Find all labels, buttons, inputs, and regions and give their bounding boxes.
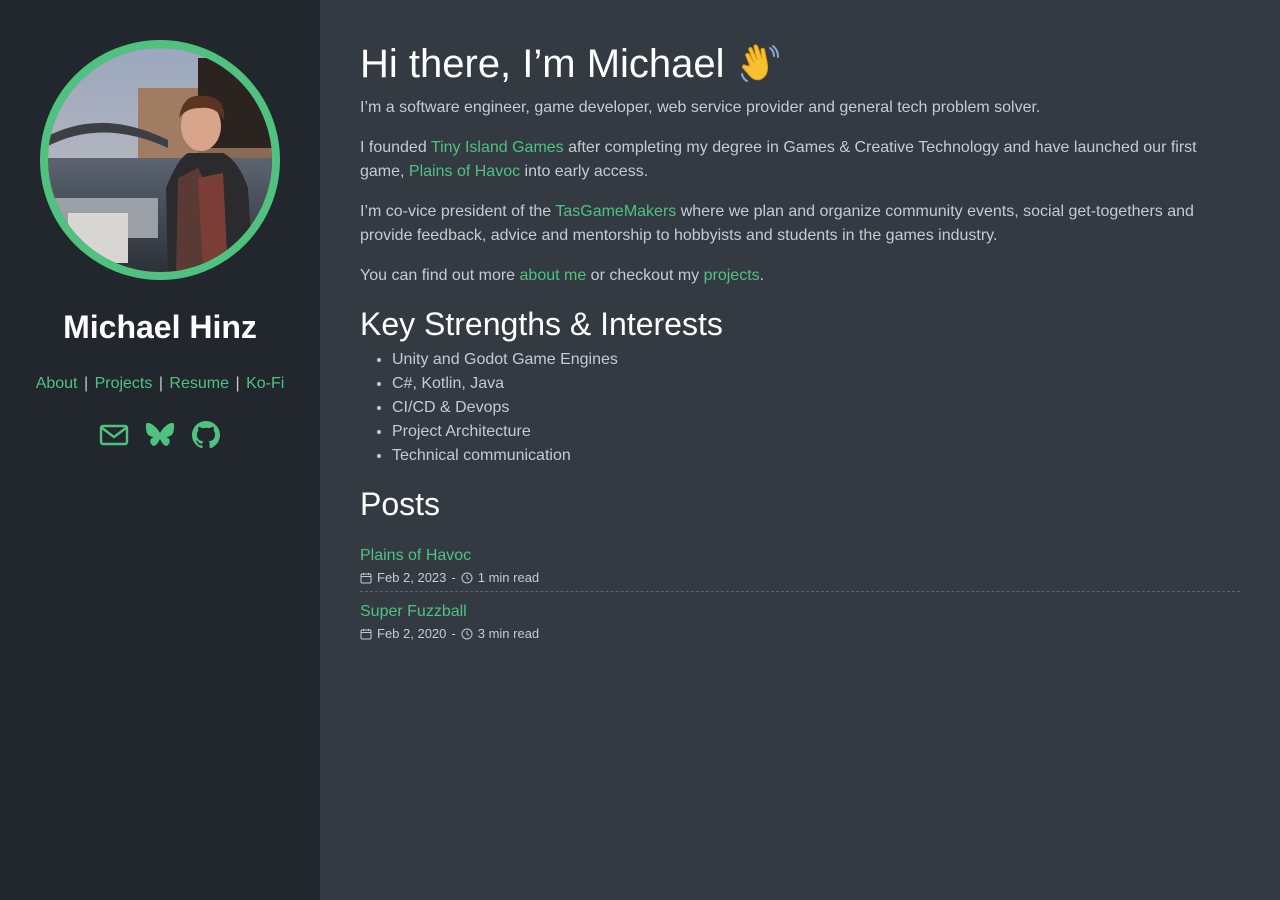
mail-icon[interactable] bbox=[98, 419, 130, 451]
text: or checkout my bbox=[586, 267, 704, 284]
list-item: Technical communication bbox=[392, 444, 1240, 468]
posts-list: Plains of Havoc Feb 2, 2023 - 1 min read… bbox=[360, 536, 1240, 647]
tiny-island-games-link[interactable]: Tiny Island Games bbox=[431, 139, 564, 156]
nav-link-about[interactable]: About bbox=[36, 375, 78, 392]
nav-separator: | bbox=[83, 375, 89, 393]
list-item: C#, Kotlin, Java bbox=[392, 372, 1240, 396]
nav-link-projects[interactable]: Projects bbox=[95, 375, 153, 392]
post-meta: Feb 2, 2023 - 1 min read bbox=[360, 570, 1240, 585]
post-read-time: 1 min read bbox=[477, 570, 540, 585]
intro-paragraph-3: I’m co-vice president of the TasGameMake… bbox=[360, 200, 1240, 248]
text: . bbox=[759, 267, 765, 284]
post-date: Feb 2, 2020 bbox=[377, 626, 447, 641]
strengths-heading: Key Strengths & Interests bbox=[360, 306, 723, 342]
text: I founded bbox=[360, 139, 431, 156]
main-content: Hi there, I’m Michael I’m a software eng… bbox=[320, 0, 1280, 900]
text: I’m co-vice president of the bbox=[360, 203, 556, 220]
clock-icon bbox=[461, 572, 473, 584]
post-title-link[interactable]: Super Fuzzball bbox=[360, 603, 467, 620]
posts-heading: Posts bbox=[360, 486, 441, 522]
meta-separator: - bbox=[451, 570, 456, 585]
post-title-link[interactable]: Plains of Havoc bbox=[360, 547, 471, 564]
post-meta: Feb 2, 2020 - 3 min read bbox=[360, 626, 1240, 641]
sidebar: Michael Hinz About | Projects | Resume |… bbox=[0, 0, 320, 900]
list-item: Unity and Godot Game Engines bbox=[392, 348, 1240, 372]
waving-hand-icon bbox=[737, 42, 781, 86]
text: into early access. bbox=[520, 163, 649, 180]
profile-photo bbox=[48, 48, 272, 272]
meta-separator: - bbox=[451, 626, 456, 641]
intro-paragraph-2: I founded Tiny Island Games after comple… bbox=[360, 136, 1240, 184]
about-me-link[interactable]: about me bbox=[520, 267, 587, 284]
nav-separator: | bbox=[235, 375, 240, 393]
nav-separator: | bbox=[158, 375, 163, 393]
plains-of-havoc-link[interactable]: Plains of Havoc bbox=[409, 163, 520, 180]
nav-link-resume[interactable]: Resume bbox=[169, 375, 229, 392]
post-date: Feb 2, 2023 bbox=[377, 570, 447, 585]
projects-link[interactable]: projects bbox=[704, 267, 760, 284]
list-item: Project Architecture bbox=[392, 420, 1240, 444]
calendar-icon bbox=[360, 572, 372, 584]
social-links bbox=[98, 419, 222, 451]
post-item: Super Fuzzball Feb 2, 2020 - 3 min read bbox=[360, 591, 1240, 647]
github-icon[interactable] bbox=[190, 419, 222, 451]
nav-link-kofi[interactable]: Ko-Fi bbox=[246, 375, 284, 392]
profile-name: Michael Hinz bbox=[63, 309, 257, 345]
tasgamemakers-link[interactable]: TasGameMakers bbox=[555, 203, 676, 220]
strengths-list: Unity and Godot Game Engines C#, Kotlin,… bbox=[360, 348, 1240, 468]
intro-paragraph-4: You can find out more about me or checko… bbox=[360, 264, 1240, 288]
clock-icon bbox=[461, 628, 473, 640]
avatar bbox=[40, 40, 280, 280]
calendar-icon bbox=[360, 628, 372, 640]
post-read-time: 3 min read bbox=[477, 626, 540, 641]
sidebar-nav: About | Projects | Resume | Ko-Fi bbox=[36, 375, 285, 393]
list-item: CI/CD & Devops bbox=[392, 396, 1240, 420]
page-title: Hi there, I’m Michael bbox=[360, 40, 1240, 88]
page-title-text: Hi there, I’m Michael bbox=[360, 42, 725, 86]
butterfly-icon[interactable] bbox=[144, 419, 176, 451]
post-item: Plains of Havoc Feb 2, 2023 - 1 min read bbox=[360, 536, 1240, 591]
intro-paragraph-1: I’m a software engineer, game developer,… bbox=[360, 99, 1041, 116]
text: You can find out more bbox=[360, 267, 520, 284]
